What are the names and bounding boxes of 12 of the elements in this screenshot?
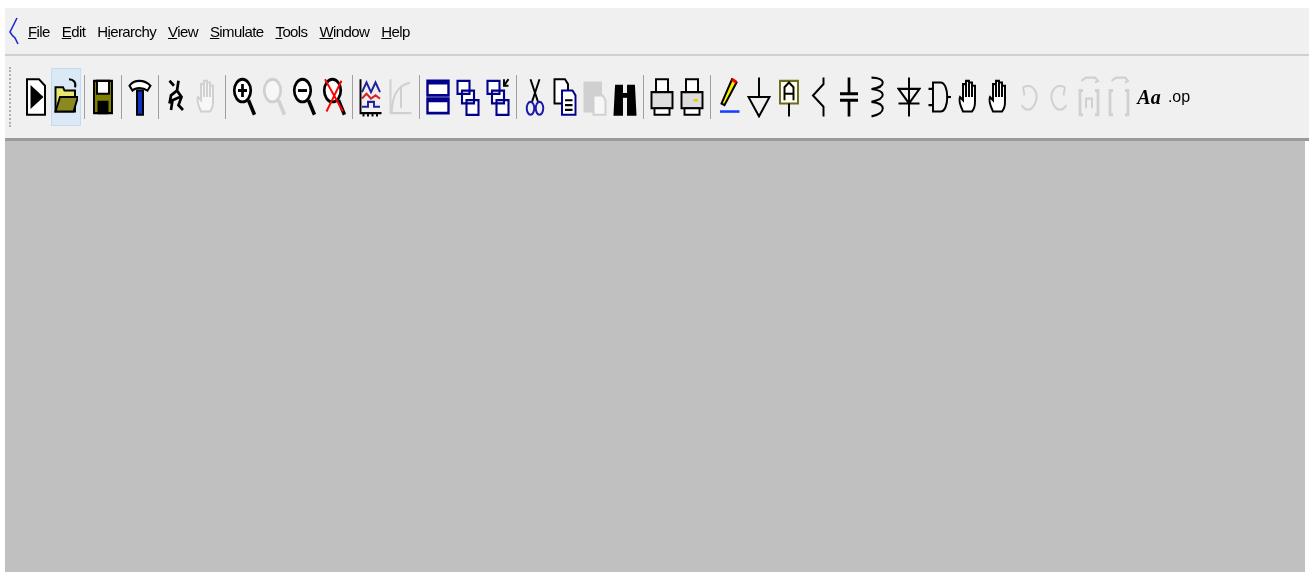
- spice-directive-button[interactable]: .op: [1164, 68, 1194, 126]
- menu-item[interactable]: View: [168, 23, 198, 39]
- menu-item[interactable]: Window: [319, 23, 370, 39]
- menu-item[interactable]: Hierarchy: [97, 23, 157, 39]
- toolbar-button[interactable]: [51, 68, 81, 126]
- text-tool-button[interactable]: Aa: [1134, 68, 1164, 126]
- menu-item[interactable]: Tools: [275, 23, 308, 39]
- menu-item[interactable]: Help: [381, 23, 410, 39]
- menu-item[interactable]: Edit: [61, 23, 86, 39]
- app-logo-icon: [8, 17, 20, 45]
- menu-item[interactable]: File: [28, 23, 50, 39]
- menu-item[interactable]: Simulate: [209, 23, 264, 39]
